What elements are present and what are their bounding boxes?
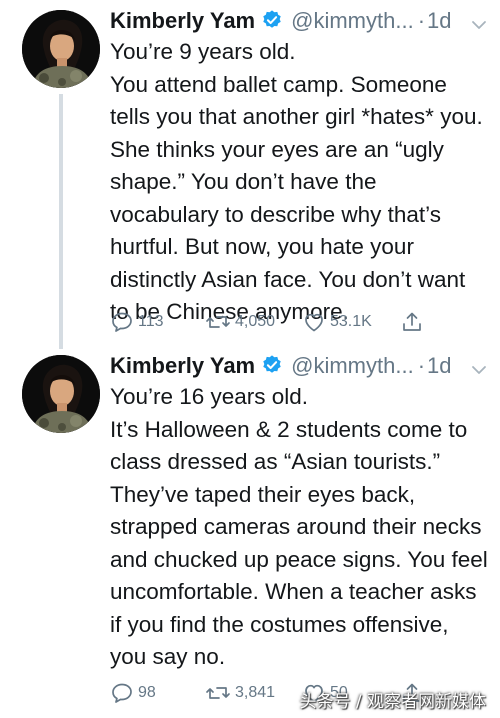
retweet-button[interactable]: 3,841 [205, 678, 275, 708]
thread-connector-line [59, 94, 63, 345]
retweet-button[interactable]: 4,050 [205, 307, 275, 337]
share-button[interactable] [400, 307, 424, 337]
reply-icon [110, 681, 134, 705]
avatar[interactable] [22, 355, 100, 433]
tweet[interactable]: Kimberly Yam @kimmyth... ·1d You’re 16 yea… [0, 339, 500, 718]
author-handle[interactable]: @kimmyth... [291, 8, 414, 33]
watermark: 头条号 / 观察者网新媒体 [299, 692, 486, 712]
tweet-text: You’re 9 years old. You attend ballet ca… [110, 36, 490, 329]
reply-button[interactable]: 98 [110, 678, 156, 708]
thread-connector-line [59, 339, 63, 349]
like-button[interactable]: 53.1K [302, 307, 372, 337]
reply-button[interactable]: 113 [110, 307, 164, 337]
verified-badge-icon [261, 354, 283, 384]
reply-icon [110, 310, 134, 334]
tweet-paragraph: It’s Halloween & 2 students come to clas… [110, 416, 488, 670]
author-name[interactable]: Kimberly Yam [110, 353, 255, 378]
separator-dot: · [417, 353, 426, 378]
separator-dot: · [417, 8, 426, 33]
tweet-paragraph: You’re 16 years old. [110, 384, 309, 409]
verified-badge-icon [261, 9, 283, 39]
like-count: 53.1K [330, 313, 372, 330]
tweet[interactable]: Kimberly Yam @kimmyth... ·1d You’re 9 year… [0, 0, 500, 345]
tweet-header: Kimberly Yam @kimmyth... ·1d [110, 6, 488, 36]
timestamp[interactable]: 1d [427, 353, 451, 378]
retweet-icon [205, 310, 231, 334]
retweet-count: 3,841 [235, 684, 276, 701]
timestamp[interactable]: 1d [427, 8, 451, 33]
tweet-paragraph: You attend ballet camp. Someone tells yo… [110, 71, 483, 325]
author-handle[interactable]: @kimmyth... [291, 353, 414, 378]
avatar[interactable] [22, 10, 100, 88]
retweet-icon [205, 681, 231, 705]
retweet-count: 4,050 [235, 313, 276, 330]
heart-icon [302, 310, 326, 334]
share-icon [400, 310, 424, 334]
tweet-actions: 113 4,050 53.1K [110, 307, 490, 337]
reply-count: 113 [138, 313, 164, 330]
tweet-paragraph: You’re 9 years old. [110, 39, 296, 64]
tweet-text: You’re 16 years old. It’s Halloween & 2 … [110, 381, 490, 674]
tweet-header: Kimberly Yam @kimmyth... ·1d [110, 351, 488, 381]
reply-count: 98 [138, 684, 156, 701]
author-name[interactable]: Kimberly Yam [110, 8, 255, 33]
